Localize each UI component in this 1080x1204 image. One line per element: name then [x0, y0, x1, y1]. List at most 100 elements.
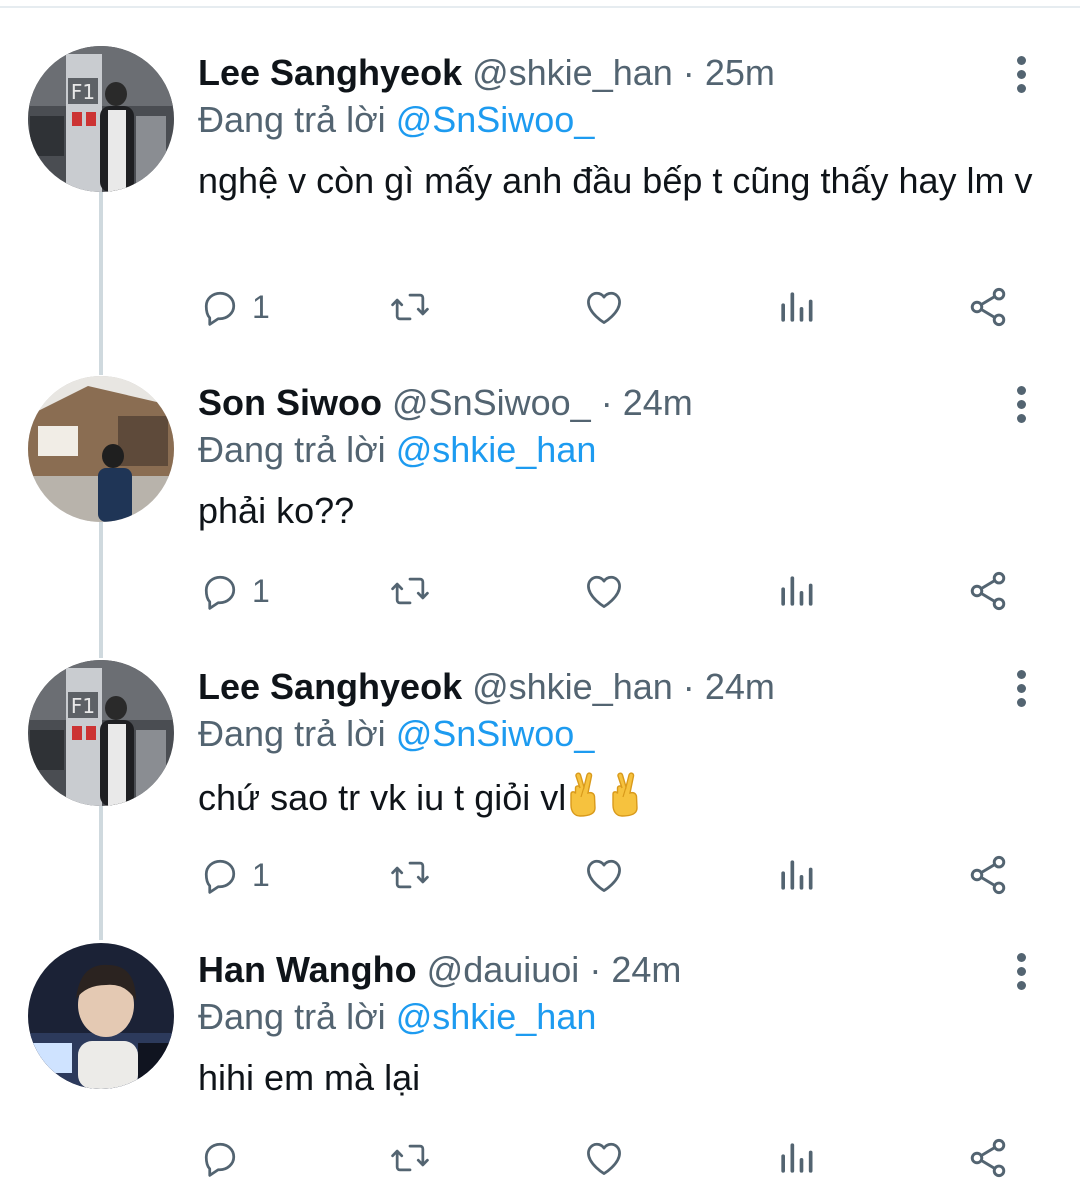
tweet-header: Son Siwoo @SnSiwoo_ · 24m: [198, 381, 693, 425]
like-icon: [582, 1136, 626, 1180]
tweet-actions: 1: [0, 566, 1080, 616]
tweet-actions: 1: [0, 850, 1080, 900]
reply-icon: [198, 285, 242, 329]
reply-mention[interactable]: @shkie_han: [396, 429, 597, 470]
like-icon: [582, 853, 626, 897]
reply-count: 1: [252, 572, 270, 609]
reply-context: Đang trả lời @shkie_han: [198, 428, 596, 472]
retweet-icon: [388, 1136, 432, 1180]
separator: ·: [589, 949, 602, 990]
tweet-header: Lee Sanghyeok @shkie_han · 25m: [198, 51, 775, 95]
avatar[interactable]: [28, 943, 174, 1089]
tweet-text: phải ko??: [198, 490, 355, 531]
more-icon[interactable]: [1006, 953, 1036, 993]
share-button[interactable]: [966, 850, 1010, 900]
more-icon[interactable]: [1006, 386, 1036, 426]
svg-text:F1: F1: [71, 694, 95, 718]
like-icon: [582, 569, 626, 613]
timestamp[interactable]: 24m: [611, 949, 681, 990]
reply-icon: [198, 853, 242, 897]
share-icon: [966, 569, 1010, 613]
retweet-button[interactable]: [388, 1133, 432, 1183]
avatar-portrait-photo: [28, 943, 174, 1089]
tweet-text: nghệ v còn gì mấy anh đầu bếp t cũng thấ…: [198, 160, 1033, 201]
retweet-icon: [388, 285, 432, 329]
display-name[interactable]: Lee Sanghyeok: [198, 666, 462, 707]
more-icon[interactable]: [1006, 670, 1036, 710]
avatar[interactable]: F1: [28, 46, 174, 192]
analytics-icon: [774, 285, 818, 329]
analytics-icon: [774, 853, 818, 897]
reply-prefix: Đang trả lời: [198, 713, 386, 754]
svg-text:F1: F1: [71, 80, 95, 104]
avatar-parking-garage-photo: F1: [28, 46, 174, 192]
like-button[interactable]: [582, 1133, 626, 1183]
share-button[interactable]: [966, 282, 1010, 332]
reply-button[interactable]: 1: [198, 282, 270, 332]
reply-button[interactable]: 1: [198, 850, 270, 900]
reply-prefix: Đang trả lời: [198, 429, 386, 470]
display-name[interactable]: Han Wangho: [198, 949, 417, 990]
timestamp[interactable]: 24m: [705, 666, 775, 707]
reply-icon: [198, 569, 242, 613]
retweet-button[interactable]: [388, 566, 432, 616]
analytics-icon: [774, 1136, 818, 1180]
separator: ·: [682, 52, 695, 93]
share-icon: [966, 853, 1010, 897]
user-handle[interactable]: @shkie_han: [472, 52, 673, 93]
reply-context: Đang trả lời @SnSiwoo_: [198, 712, 594, 756]
tweet-text: hihi em mà lại: [198, 1057, 421, 1098]
crossed-fingers-emoji: [568, 772, 608, 818]
analytics-button[interactable]: [774, 566, 818, 616]
like-button[interactable]: [582, 566, 626, 616]
user-handle[interactable]: @dauiuoi: [427, 949, 580, 990]
avatar-street-photo: [28, 376, 174, 522]
reply-button[interactable]: [198, 1133, 252, 1183]
avatar[interactable]: [28, 376, 174, 522]
more-icon[interactable]: [1006, 56, 1036, 96]
reply-mention[interactable]: @shkie_han: [396, 996, 597, 1037]
user-handle[interactable]: @shkie_han: [472, 666, 673, 707]
reply-prefix: Đang trả lời: [198, 99, 386, 140]
reply-count: 1: [252, 288, 270, 325]
share-icon: [966, 1136, 1010, 1180]
retweet-icon: [388, 853, 432, 897]
retweet-button[interactable]: [388, 282, 432, 332]
like-icon: [582, 285, 626, 329]
retweet-icon: [388, 569, 432, 613]
tweet-header: Han Wangho @dauiuoi · 24m: [198, 948, 681, 992]
tweet-actions: 1: [0, 282, 1080, 332]
top-divider: [0, 6, 1080, 8]
tweet-text: chứ sao tr vk iu t giỏi vl: [198, 777, 567, 818]
reply-mention[interactable]: @SnSiwoo_: [396, 713, 595, 754]
avatar-parking-garage-photo: F1: [28, 660, 174, 806]
like-button[interactable]: [582, 282, 626, 332]
timestamp[interactable]: 25m: [705, 52, 775, 93]
tweet-header: Lee Sanghyeok @shkie_han · 24m: [198, 665, 775, 709]
like-button[interactable]: [582, 850, 626, 900]
timestamp[interactable]: 24m: [623, 382, 693, 423]
reply-mention[interactable]: @SnSiwoo_: [396, 99, 595, 140]
analytics-button[interactable]: [774, 850, 818, 900]
display-name[interactable]: Son Siwoo: [198, 382, 382, 423]
reply-button[interactable]: 1: [198, 566, 270, 616]
analytics-icon: [774, 569, 818, 613]
reply-context: Đang trả lời @shkie_han: [198, 995, 596, 1039]
tweet-actions: [0, 1133, 1080, 1183]
analytics-button[interactable]: [774, 282, 818, 332]
avatar[interactable]: F1: [28, 660, 174, 806]
crossed-fingers-emoji: [610, 772, 650, 818]
separator: ·: [682, 666, 695, 707]
user-handle[interactable]: @SnSiwoo_: [392, 382, 591, 423]
reply-context: Đang trả lời @SnSiwoo_: [198, 98, 594, 142]
analytics-button[interactable]: [774, 1133, 818, 1183]
reply-prefix: Đang trả lời: [198, 996, 386, 1037]
reply-count: 1: [252, 856, 270, 893]
separator: ·: [600, 382, 613, 423]
tweet-text-container: chứ sao tr vk iu t giỏi vl: [198, 772, 1038, 821]
reply-icon: [198, 1136, 242, 1180]
share-button[interactable]: [966, 1133, 1010, 1183]
retweet-button[interactable]: [388, 850, 432, 900]
share-button[interactable]: [966, 566, 1010, 616]
display-name[interactable]: Lee Sanghyeok: [198, 52, 462, 93]
